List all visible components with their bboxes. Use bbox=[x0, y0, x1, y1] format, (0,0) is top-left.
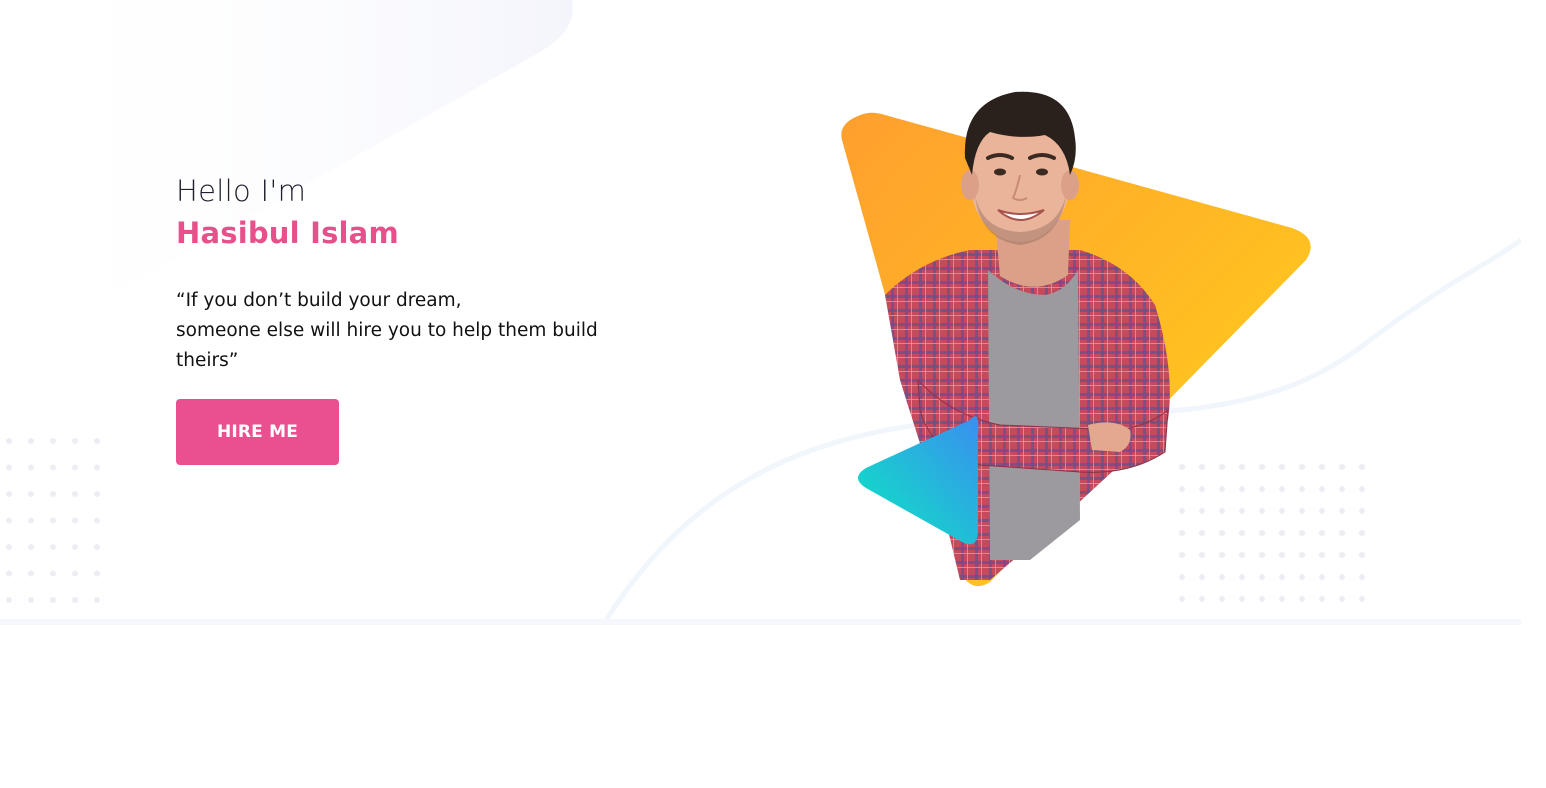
decor-dot bbox=[1359, 508, 1365, 514]
page: Hello I'm Hasibul Islam “If you don’t bu… bbox=[0, 0, 1546, 788]
decor-dot bbox=[72, 570, 78, 577]
decor-dot bbox=[6, 491, 12, 497]
decor-dot bbox=[28, 517, 34, 524]
hero-portrait bbox=[841, 91, 1311, 587]
decor-dot bbox=[1339, 464, 1345, 470]
decor-dot bbox=[50, 464, 56, 471]
decor-dot bbox=[6, 597, 12, 603]
decor-dot bbox=[94, 597, 100, 603]
decor-dot bbox=[6, 570, 12, 577]
section-divider bbox=[0, 619, 1521, 625]
decor-dot bbox=[50, 517, 56, 524]
hire-me-button[interactable]: HIRE ME bbox=[176, 399, 339, 465]
quote-line: theirs” bbox=[176, 350, 239, 371]
decor-dot bbox=[28, 438, 34, 444]
decor-dot bbox=[6, 544, 12, 550]
decor-dot bbox=[94, 544, 100, 550]
decor-dot bbox=[1359, 596, 1365, 602]
decor-dot bbox=[1359, 530, 1365, 536]
decor-dot bbox=[6, 438, 12, 444]
name-heading: Hasibul Islam bbox=[176, 216, 399, 250]
decor-dot bbox=[1359, 552, 1365, 558]
decor-dot bbox=[1339, 574, 1345, 580]
decor-dot bbox=[28, 570, 34, 577]
decor-dot bbox=[50, 544, 56, 550]
gray-tshirt bbox=[988, 270, 1080, 560]
decor-dot bbox=[50, 570, 56, 577]
decor-dot bbox=[1359, 464, 1365, 470]
quote-text: “If you don’t build your dream, someone … bbox=[176, 286, 656, 376]
decor-dot bbox=[1339, 596, 1345, 602]
decor-dot bbox=[72, 438, 78, 444]
decor-dot bbox=[72, 544, 78, 550]
decor-dot bbox=[28, 491, 34, 497]
hand bbox=[1088, 422, 1131, 452]
greeting-text: Hello I'm bbox=[176, 174, 307, 208]
dot-grid-left bbox=[6, 438, 100, 603]
decor-dot bbox=[94, 517, 100, 524]
decor-dot bbox=[1359, 574, 1365, 580]
decor-dot bbox=[94, 491, 100, 497]
decor-dot bbox=[1339, 552, 1345, 558]
decor-dot bbox=[72, 464, 78, 471]
decor-dot bbox=[50, 438, 56, 444]
decor-dot bbox=[94, 570, 100, 577]
decor-dot bbox=[94, 438, 100, 444]
quote-line: someone else will hire you to help them … bbox=[176, 320, 598, 341]
decor-dot bbox=[72, 491, 78, 497]
decor-dot bbox=[28, 544, 34, 550]
decor-dot bbox=[1359, 486, 1365, 492]
decor-dot bbox=[6, 517, 12, 524]
decor-dot bbox=[1339, 530, 1345, 536]
decor-dot bbox=[28, 597, 34, 603]
ear bbox=[961, 170, 979, 200]
quote-line: “If you don’t build your dream, bbox=[176, 290, 462, 311]
decor-dot bbox=[28, 464, 34, 471]
decor-dot bbox=[72, 597, 78, 603]
hero-section: Hello I'm Hasibul Islam “If you don’t bu… bbox=[0, 0, 1521, 620]
decor-dot bbox=[72, 517, 78, 524]
decor-dot bbox=[50, 491, 56, 497]
hero-text-block: Hello I'm Hasibul Islam “If you don’t bu… bbox=[176, 170, 656, 376]
decor-dot bbox=[50, 597, 56, 603]
decor-dot bbox=[94, 464, 100, 471]
decor-dot bbox=[1339, 486, 1345, 492]
decor-dot bbox=[1339, 508, 1345, 514]
decor-dot bbox=[6, 464, 12, 471]
